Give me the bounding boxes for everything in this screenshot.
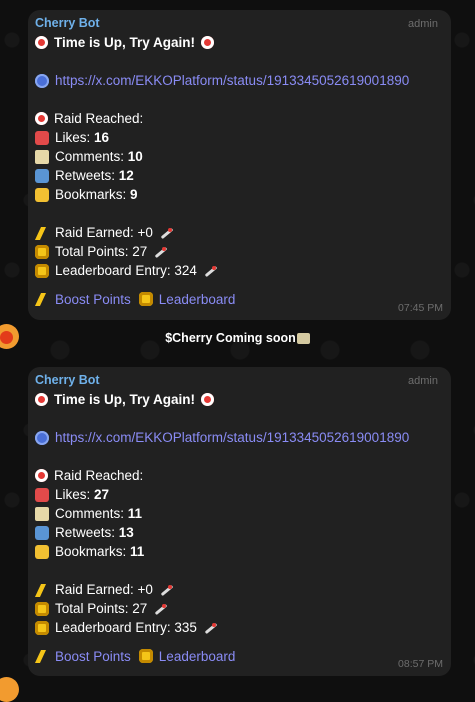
comment-icon bbox=[35, 506, 49, 521]
alarm-clock-icon bbox=[201, 36, 215, 49]
announcement-message: $Cherry Coming soon bbox=[0, 331, 475, 345]
globe-icon bbox=[35, 430, 49, 445]
rocket-icon bbox=[159, 226, 173, 240]
lightning-icon bbox=[35, 583, 49, 597]
lightning-icon bbox=[35, 649, 49, 663]
sender-role-badge: admin bbox=[408, 375, 438, 387]
leaderboard-button[interactable]: Leaderboard bbox=[138, 649, 235, 664]
message-title: Time is Up, Try Again! bbox=[35, 33, 444, 52]
bookmarks-row: Bookmarks: 9 bbox=[35, 185, 444, 204]
retweets-row: Retweets: 12 bbox=[35, 166, 444, 185]
message-timestamp: 08:57 PM bbox=[398, 658, 443, 670]
rocket-icon bbox=[153, 602, 167, 616]
message-header: Cherry Bot admin bbox=[35, 373, 444, 390]
bot-avatar[interactable] bbox=[0, 677, 19, 702]
tweet-link[interactable]: https://x.com/EKKOPlatform/status/191334… bbox=[55, 71, 409, 90]
comments-row: Comments: 11 bbox=[35, 504, 444, 523]
message-timestamp: 07:45 PM bbox=[398, 302, 443, 314]
lightning-icon bbox=[35, 292, 49, 306]
rocket-icon bbox=[203, 621, 217, 635]
likes-row: Likes: 27 bbox=[35, 485, 444, 504]
medal-icon bbox=[35, 620, 49, 635]
comment-icon bbox=[35, 149, 49, 164]
retweet-icon bbox=[35, 168, 49, 183]
bookmarks-count: 11 bbox=[130, 544, 145, 559]
boost-points-button[interactable]: Boost Points bbox=[35, 292, 131, 307]
star-icon bbox=[35, 544, 49, 559]
lightning-icon bbox=[35, 226, 49, 240]
raid-reached-heading: Raid Reached: bbox=[35, 109, 444, 128]
tweet-link[interactable]: https://x.com/EKKOPlatform/status/191334… bbox=[55, 428, 409, 447]
likes-count: 27 bbox=[94, 487, 110, 502]
heart-icon bbox=[35, 487, 49, 502]
message-header: Cherry Bot admin bbox=[35, 16, 444, 33]
message-bubble[interactable]: Cherry Bot admin Time is Up, Try Again! … bbox=[28, 10, 451, 320]
comments-row: Comments: 10 bbox=[35, 147, 444, 166]
message-actions: Boost Points Leaderboard bbox=[35, 646, 444, 666]
medal-icon bbox=[35, 244, 49, 259]
rocket-icon bbox=[203, 264, 217, 278]
medal-icon bbox=[138, 649, 153, 663]
comments-count: 11 bbox=[127, 506, 143, 521]
message-title: Time is Up, Try Again! bbox=[35, 390, 444, 409]
total-points-row: Total Points: 27 bbox=[35, 242, 444, 261]
sender-role-badge: admin bbox=[408, 18, 438, 30]
comments-count: 10 bbox=[127, 149, 143, 164]
alarm-clock-icon bbox=[35, 112, 48, 125]
likes-count: 16 bbox=[94, 130, 110, 145]
medal-icon bbox=[35, 263, 49, 278]
alarm-clock-icon bbox=[35, 36, 48, 49]
retweets-count: 12 bbox=[118, 168, 134, 183]
sender-name[interactable]: Cherry Bot bbox=[35, 16, 100, 30]
likes-row: Likes: 16 bbox=[35, 128, 444, 147]
rocket-icon bbox=[153, 245, 167, 259]
rocket-icon bbox=[159, 583, 173, 597]
sender-name[interactable]: Cherry Bot bbox=[35, 373, 100, 387]
globe-icon bbox=[35, 73, 49, 88]
tweet-link-row: https://x.com/EKKOPlatform/status/191334… bbox=[35, 71, 444, 90]
leaderboard-entry-row: Leaderboard Entry: 324 bbox=[35, 261, 444, 280]
retweet-icon bbox=[35, 525, 49, 540]
retweets-row: Retweets: 13 bbox=[35, 523, 444, 542]
leaderboard-entry-row: Leaderboard Entry: 335 bbox=[35, 618, 444, 637]
message-actions: Boost Points Leaderboard bbox=[35, 289, 444, 309]
alarm-clock-icon bbox=[201, 393, 215, 406]
alarm-clock-icon bbox=[35, 469, 48, 482]
raid-earned-row: Raid Earned: +0 bbox=[35, 580, 444, 599]
medal-icon bbox=[35, 601, 49, 616]
bookmarks-row: Bookmarks: 11 bbox=[35, 542, 444, 561]
message-bubble[interactable]: Cherry Bot admin Time is Up, Try Again! … bbox=[28, 367, 451, 676]
star-icon bbox=[35, 187, 49, 202]
alarm-clock-icon bbox=[35, 393, 48, 406]
retweets-count: 13 bbox=[118, 525, 134, 540]
total-points-row: Total Points: 27 bbox=[35, 599, 444, 618]
sparkle-icon bbox=[296, 333, 310, 345]
tweet-link-row: https://x.com/EKKOPlatform/status/191334… bbox=[35, 428, 444, 447]
bookmarks-count: 9 bbox=[130, 187, 138, 202]
boost-points-button[interactable]: Boost Points bbox=[35, 649, 131, 664]
heart-icon bbox=[35, 130, 49, 145]
medal-icon bbox=[138, 292, 153, 306]
raid-reached-heading: Raid Reached: bbox=[35, 466, 444, 485]
raid-earned-row: Raid Earned: +0 bbox=[35, 223, 444, 242]
leaderboard-button[interactable]: Leaderboard bbox=[138, 292, 235, 307]
